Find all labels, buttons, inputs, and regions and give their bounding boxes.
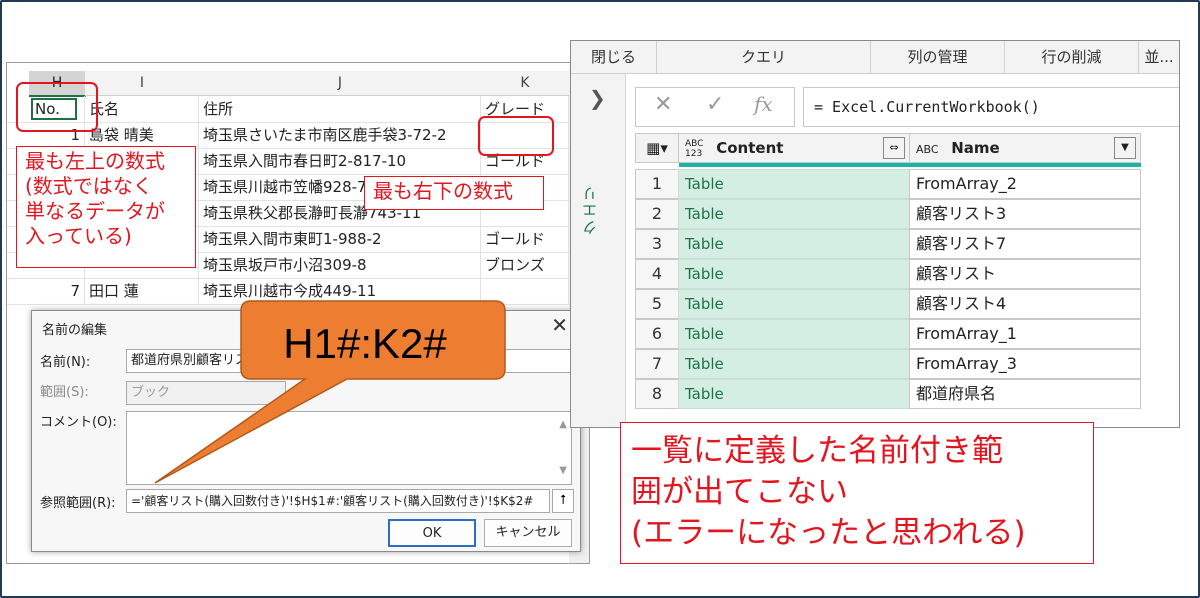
row-number: 8 — [635, 379, 679, 409]
content-cell[interactable]: Table — [678, 379, 910, 409]
queries-pane: ❯ クエリ — [571, 74, 626, 427]
type-any-icon[interactable]: ABC 123 — [685, 139, 711, 159]
power-query-editor: 閉じる クエリ 列の管理 行の削減 並... ❯ クエリ ✕ ✓ fx = Ex… — [570, 40, 1180, 428]
content-cell[interactable]: Table — [678, 349, 910, 379]
table-row: 4 Table 顧客リスト — [635, 259, 1141, 289]
top-left-note: 最も左上の数式 (数式ではなく 単なるデータが 入っている) — [16, 146, 196, 268]
type-text-icon[interactable]: ABC — [916, 136, 946, 164]
confirm-formula-icon[interactable]: ✓ — [706, 92, 724, 117]
column-header-label: Name — [951, 139, 1000, 157]
content-cell[interactable]: Table — [678, 229, 910, 259]
name-cell[interactable]: FromArray_3 — [909, 349, 1141, 379]
name-cell[interactable]: 顧客リスト7 — [909, 229, 1141, 259]
content-cell[interactable]: Table — [678, 259, 910, 289]
table-row: 1 Table FromArray_2 — [635, 169, 1141, 199]
ribbon: 閉じる クエリ 列の管理 行の削減 並... — [571, 41, 1179, 74]
formula-bar[interactable]: = Excel.CurrentWorkbook() — [803, 87, 1179, 127]
tab-sort[interactable]: 並... — [1139, 41, 1179, 73]
name-cell[interactable]: FromArray_1 — [909, 319, 1141, 349]
fx-icon[interactable]: fx — [754, 92, 773, 116]
column-header-label: Content — [716, 139, 784, 157]
table-menu-icon[interactable]: ▦▾ — [635, 133, 679, 163]
row-number: 6 — [635, 319, 679, 349]
table-row: 3 Table 顧客リスト7 — [635, 229, 1141, 259]
table-row: 5 Table 顧客リスト4 — [635, 289, 1141, 319]
column-header-content[interactable]: ABC 123 Content ⇔ — [678, 133, 910, 163]
name-cell[interactable]: 顧客リスト4 — [909, 289, 1141, 319]
queries-pane-label: クエリ — [581, 184, 599, 235]
tab-manage-columns[interactable]: 列の管理 — [871, 41, 1005, 73]
name-cell[interactable]: 顧客リスト3 — [909, 199, 1141, 229]
tab-close[interactable]: 閉じる — [571, 41, 657, 73]
content-cell[interactable]: Table — [678, 199, 910, 229]
content-cell[interactable]: Table — [678, 169, 910, 199]
row-number: 2 — [635, 199, 679, 229]
table-row: 8 Table 都道府県名 — [635, 379, 1141, 409]
name-cell[interactable]: FromArray_2 — [909, 169, 1141, 199]
tab-query[interactable]: クエリ — [657, 41, 871, 73]
content-cell[interactable]: Table — [678, 289, 910, 319]
chevron-right-icon[interactable]: ❯ — [589, 86, 606, 110]
callout-text: H1#:K2# — [283, 320, 447, 367]
row-number: 3 — [635, 229, 679, 259]
table-row: 2 Table 顧客リスト3 — [635, 199, 1141, 229]
row-number: 5 — [635, 289, 679, 319]
table-row: 6 Table FromArray_1 — [635, 319, 1141, 349]
bottom-right-note: 最も右下の数式 — [364, 176, 544, 210]
power-query-note: 一覧に定義した名前付き範 囲が出てこない (エラーになったと思われる) — [620, 422, 1094, 564]
cancel-formula-icon[interactable]: ✕ — [654, 92, 672, 117]
formula-buttons: ✕ ✓ fx — [635, 87, 795, 127]
name-cell[interactable]: 顧客リスト — [909, 259, 1141, 289]
highlight-box-k2 — [478, 116, 554, 156]
row-number: 1 — [635, 169, 679, 199]
content-cell[interactable]: Table — [678, 319, 910, 349]
expand-column-icon[interactable]: ⇔ — [883, 137, 905, 159]
highlight-box-h1 — [16, 82, 98, 132]
row-number: 4 — [635, 259, 679, 289]
name-cell[interactable]: 都道府県名 — [909, 379, 1141, 409]
column-quality-bar — [679, 163, 1141, 167]
tab-reduce-rows[interactable]: 行の削減 — [1005, 41, 1139, 73]
filter-dropdown-icon[interactable]: ▼ — [1114, 137, 1136, 159]
table-row: 7 Table FromArray_3 — [635, 349, 1141, 379]
row-number: 7 — [635, 349, 679, 379]
column-header-name[interactable]: ABC Name ▼ — [909, 133, 1141, 163]
